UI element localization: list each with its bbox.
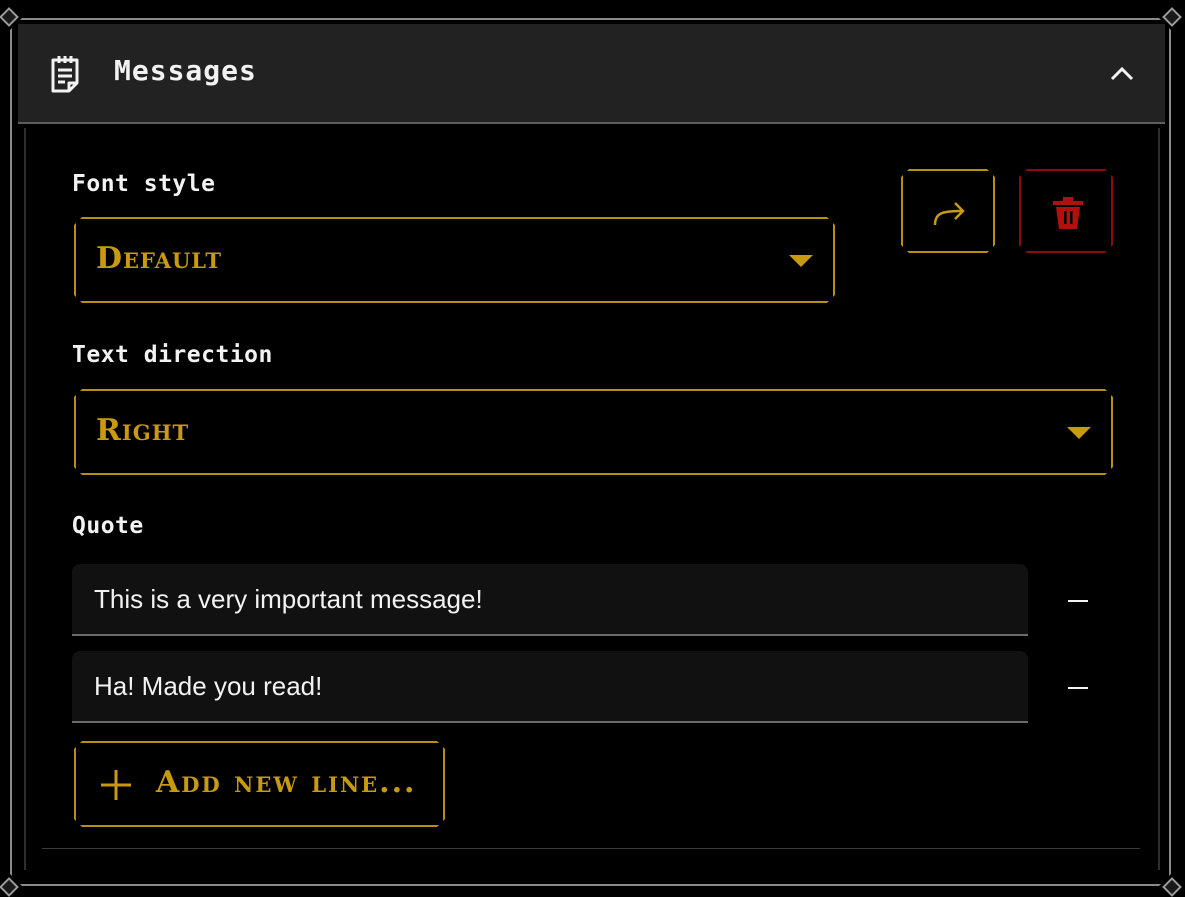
quote-line-input[interactable] [72, 651, 1028, 723]
add-new-line-label: Add new line... [156, 765, 417, 800]
delete-button[interactable] [1019, 169, 1113, 253]
notepad-icon [49, 55, 83, 95]
bottom-divider [42, 848, 1140, 849]
remove-line-button[interactable] [1066, 676, 1090, 700]
share-button[interactable] [901, 169, 995, 253]
add-new-line-button[interactable]: Add new line... [74, 741, 445, 827]
quote-label: Quote [72, 513, 144, 539]
font-style-label: Font style [72, 171, 216, 197]
text-direction-value: Right [96, 413, 190, 448]
chevron-up-icon[interactable] [1107, 58, 1137, 88]
caret-down-icon [1067, 427, 1091, 439]
text-direction-dropdown[interactable]: Right [74, 389, 1113, 475]
caret-down-icon [789, 255, 813, 267]
plus-icon [100, 769, 132, 801]
font-style-value: Default [96, 241, 222, 276]
quote-line-input[interactable] [72, 564, 1028, 636]
frame-corner-decoration [0, 877, 19, 897]
panel-title: Messages [114, 54, 257, 87]
text-direction-label: Text direction [72, 342, 273, 368]
frame-corner-decoration [0, 7, 19, 27]
remove-line-button[interactable] [1066, 589, 1090, 613]
frame-corner-decoration [1162, 877, 1182, 897]
panel-header[interactable]: Messages [18, 24, 1165, 124]
frame-corner-decoration [1162, 7, 1182, 27]
share-arrow-icon [932, 195, 968, 231]
font-style-dropdown[interactable]: Default [74, 217, 835, 303]
trash-icon [1050, 195, 1086, 231]
